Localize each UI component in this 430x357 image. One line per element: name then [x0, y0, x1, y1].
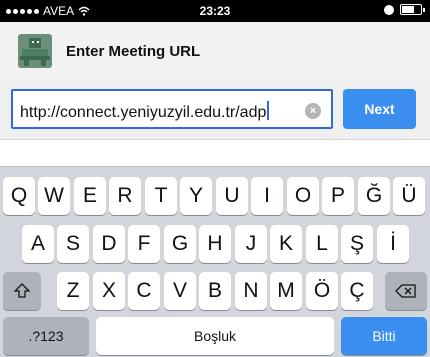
key[interactable]: Ü — [393, 177, 425, 215]
shift-key[interactable] — [3, 272, 41, 310]
status-time: 23:23 — [199, 4, 231, 18]
text-caret — [267, 101, 270, 120]
key[interactable]: E — [74, 177, 106, 215]
page-title: Enter Meeting URL — [66, 43, 201, 60]
key[interactable]: X — [93, 272, 125, 310]
key[interactable]: D — [93, 225, 125, 263]
alarm-icon — [384, 4, 394, 15]
header: Enter Meeting URL — [0, 22, 430, 80]
key[interactable]: İ — [377, 225, 409, 263]
key[interactable]: Y — [180, 177, 212, 215]
key[interactable]: C — [128, 272, 160, 310]
battery-icon — [400, 4, 425, 15]
key[interactable]: I — [251, 177, 283, 215]
key[interactable]: B — [199, 272, 231, 310]
url-row: http://connect.yeniyuzyil.edu.tr/adp × N… — [0, 80, 430, 140]
keyboard: Q W E R T Y U I O P Ğ Ü A S D F G H J K … — [0, 166, 430, 357]
key[interactable]: A — [22, 225, 54, 263]
delete-icon — [395, 284, 416, 298]
shift-icon — [13, 283, 31, 298]
next-button[interactable]: Next — [343, 89, 416, 129]
key[interactable]: O — [287, 177, 319, 215]
status-bar: AVEA 23:23 — [0, 0, 430, 22]
status-right — [384, 4, 425, 15]
key[interactable]: Ö — [306, 272, 338, 310]
key[interactable]: J — [235, 225, 267, 263]
clear-icon[interactable]: × — [305, 103, 321, 119]
key[interactable]: Ş — [341, 225, 373, 263]
key[interactable]: U — [216, 177, 248, 215]
meeting-app-icon — [18, 34, 52, 68]
key[interactable]: H — [199, 225, 231, 263]
key[interactable]: V — [164, 272, 196, 310]
key[interactable]: Q — [3, 177, 35, 215]
meeting-url-input[interactable]: http://connect.yeniyuzyil.edu.tr/adp × — [11, 89, 333, 129]
key[interactable]: P — [322, 177, 354, 215]
key[interactable]: Z — [57, 272, 89, 310]
key[interactable]: M — [270, 272, 302, 310]
url-input-text: http://connect.yeniyuzyil.edu.tr/adp — [20, 101, 270, 122]
key[interactable]: N — [235, 272, 267, 310]
key[interactable]: G — [164, 225, 196, 263]
key[interactable]: L — [306, 225, 338, 263]
key[interactable]: Ç — [341, 272, 373, 310]
key[interactable]: W — [38, 177, 70, 215]
key[interactable]: T — [145, 177, 177, 215]
key[interactable]: K — [270, 225, 302, 263]
key[interactable]: R — [109, 177, 141, 215]
numbers-key[interactable]: .?123 — [3, 317, 89, 355]
delete-key[interactable] — [385, 272, 427, 310]
space-key[interactable]: Boşluk — [96, 317, 334, 355]
key[interactable]: S — [57, 225, 89, 263]
done-key[interactable]: Bitti — [341, 317, 427, 355]
key[interactable]: F — [128, 225, 160, 263]
key[interactable]: Ğ — [358, 177, 390, 215]
